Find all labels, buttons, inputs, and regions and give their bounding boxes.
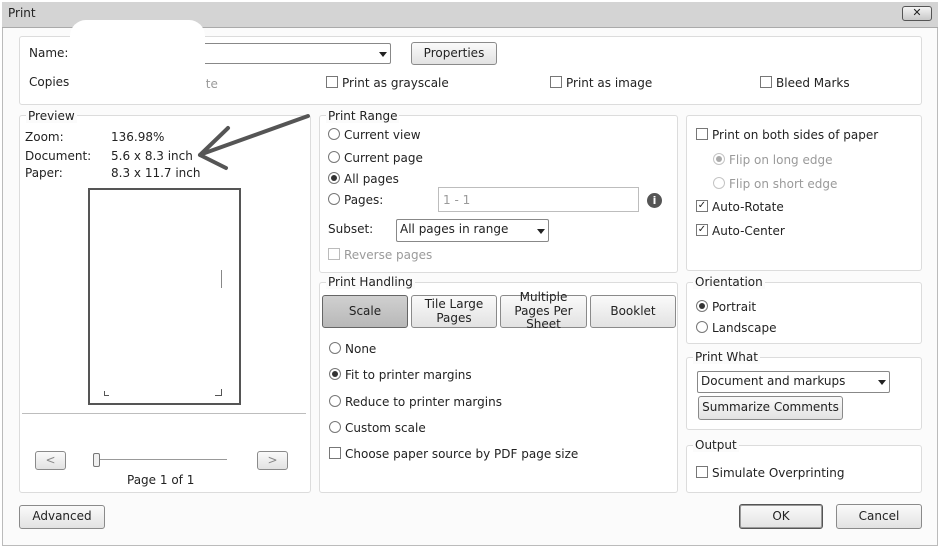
print-as-image-checkbox[interactable]	[550, 76, 562, 88]
page-slider-thumb[interactable]	[93, 453, 100, 467]
bleed-marks-label: Bleed Marks	[776, 76, 850, 90]
auto-rotate-checkbox[interactable]: ✓	[696, 200, 708, 212]
advanced-button[interactable]: Advanced	[19, 505, 105, 529]
both-sides-label: Print on both sides of paper	[712, 128, 879, 142]
previous-page-button[interactable]: <	[35, 451, 66, 470]
pages-label: Pages:	[344, 193, 384, 207]
tab-booklet[interactable]: Booklet	[590, 295, 676, 328]
auto-center-checkbox[interactable]: ✓	[696, 224, 708, 236]
all-pages-label: All pages	[344, 172, 399, 186]
redaction-overlay	[70, 20, 205, 102]
auto-rotate-label: Auto-Rotate	[712, 200, 784, 214]
all-pages-radio[interactable]	[328, 172, 340, 184]
grayscale-label: Print as grayscale	[342, 76, 449, 90]
printer-select[interactable]	[200, 43, 391, 64]
window-title: Print	[8, 6, 36, 20]
reduce-margins-label: Reduce to printer margins	[345, 395, 502, 409]
reverse-pages-checkbox[interactable]	[328, 248, 340, 260]
print-what-title: Print What	[693, 350, 760, 364]
info-icon[interactable]: i	[647, 193, 662, 208]
crop-mark	[104, 391, 109, 396]
preview-divider	[22, 413, 306, 414]
annotation-arrow	[198, 114, 310, 170]
scale-none-radio[interactable]	[329, 342, 341, 354]
landscape-label: Landscape	[712, 321, 777, 335]
portrait-label: Portrait	[712, 300, 757, 314]
tab-multiple-pages[interactable]: Multiple Pages Per Sheet	[500, 290, 587, 331]
zoom-label: Zoom:	[25, 130, 64, 144]
summarize-comments-button[interactable]: Summarize Comments	[698, 396, 843, 420]
output-title: Output	[693, 438, 739, 452]
flip-long-radio[interactable]	[713, 153, 725, 165]
portrait-radio[interactable]	[696, 300, 708, 312]
pages-input[interactable]: 1 - 1	[438, 187, 639, 212]
grayscale-checkbox[interactable]	[326, 76, 338, 88]
print-range-title: Print Range	[326, 109, 400, 123]
subset-select[interactable]: All pages in range	[396, 219, 549, 242]
custom-scale-label: Custom scale	[345, 421, 426, 435]
close-button[interactable]: ✕	[902, 6, 932, 21]
cancel-button[interactable]: Cancel	[836, 504, 922, 529]
next-page-button[interactable]: >	[257, 451, 288, 470]
print-as-image-label: Print as image	[566, 76, 653, 90]
fit-margins-label: Fit to printer margins	[345, 368, 472, 382]
subset-label: Subset:	[328, 222, 374, 236]
pages-input-placeholder: 1 - 1	[443, 193, 471, 207]
flip-short-radio[interactable]	[713, 177, 725, 189]
scale-none-label: None	[345, 342, 377, 356]
current-page-radio[interactable]	[328, 151, 340, 163]
page-content-mark	[221, 270, 222, 288]
current-view-label: Current view	[344, 128, 421, 142]
reverse-pages-label: Reverse pages	[344, 248, 433, 262]
paper-source-label: Choose paper source by PDF page size	[345, 447, 579, 461]
bleed-marks-checkbox[interactable]	[760, 76, 772, 88]
custom-scale-radio[interactable]	[329, 421, 341, 433]
arrow-head-lower	[198, 153, 228, 170]
print-what-value: Document and markups	[701, 374, 846, 388]
fit-margins-radio[interactable]	[329, 368, 341, 380]
simulate-overprinting-checkbox[interactable]	[696, 466, 708, 478]
pages-radio[interactable]	[328, 193, 340, 205]
document-value: 5.6 x 8.3 inch	[111, 149, 193, 163]
tab-scale[interactable]: Scale	[322, 295, 408, 328]
orientation-title: Orientation	[693, 275, 765, 289]
document-label: Document:	[25, 149, 92, 163]
properties-button[interactable]: Properties	[411, 42, 497, 65]
ok-button[interactable]: OK	[739, 504, 823, 529]
simulate-overprinting-label: Simulate Overprinting	[712, 466, 845, 480]
paper-label: Paper:	[25, 166, 63, 180]
page-slider-track[interactable]	[97, 459, 227, 460]
landscape-radio[interactable]	[696, 321, 708, 333]
subset-value: All pages in range	[400, 222, 509, 236]
auto-center-label: Auto-Center	[712, 224, 785, 238]
crop-mark	[215, 389, 222, 396]
chevron-down-icon	[379, 52, 387, 57]
copies-label: Copies:	[29, 75, 74, 89]
flip-long-label: Flip on long edge	[729, 153, 833, 167]
page-indicator: Page 1 of 1	[127, 473, 195, 487]
chevron-down-icon	[878, 380, 886, 385]
paper-source-checkbox[interactable]	[329, 447, 341, 459]
name-label: Name:	[29, 46, 69, 60]
print-what-select[interactable]: Document and markups	[697, 371, 890, 393]
current-page-label: Current page	[344, 151, 423, 165]
tab-tile-large-pages[interactable]: Tile Large Pages	[411, 295, 497, 328]
print-handling-title: Print Handling	[326, 275, 415, 289]
both-sides-checkbox[interactable]	[696, 128, 708, 140]
preview-title: Preview	[26, 109, 77, 123]
zoom-value: 136.98%	[111, 130, 165, 144]
flip-short-label: Flip on short edge	[729, 177, 838, 191]
page-preview	[88, 188, 241, 405]
chevron-down-icon	[537, 229, 545, 234]
paper-value: 8.3 x 11.7 inch	[111, 166, 201, 180]
reduce-margins-radio[interactable]	[329, 395, 341, 407]
current-view-radio[interactable]	[328, 128, 340, 140]
